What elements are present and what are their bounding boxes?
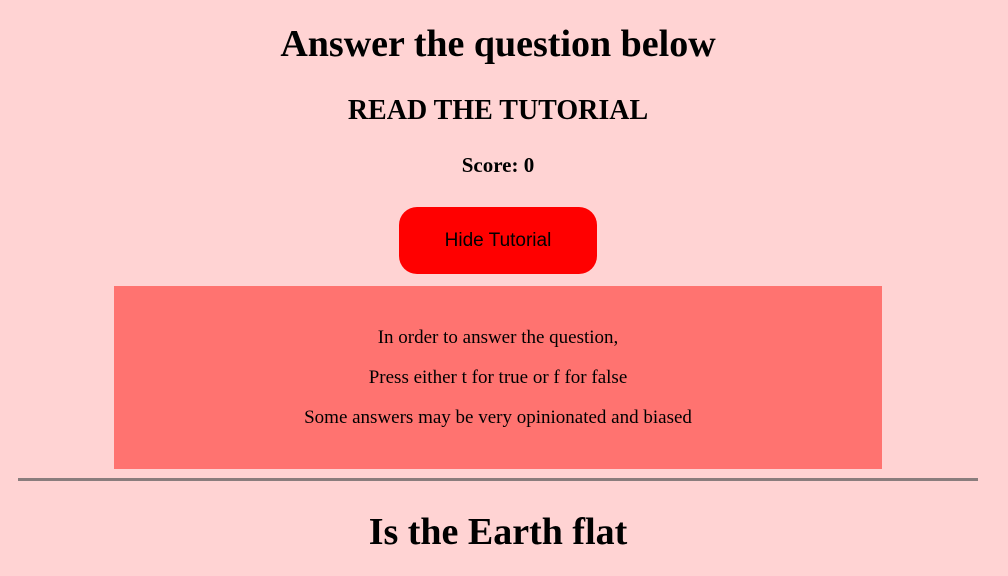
score-value: 0 (523, 153, 535, 177)
score-label: Score: (461, 153, 519, 177)
hide-tutorial-button[interactable]: Hide Tutorial (399, 207, 597, 274)
tutorial-line-2: Press either t for true or f for false (368, 367, 628, 388)
page-title: Answer the question below (280, 23, 716, 65)
tutorial-heading: READ THE TUTORIAL (347, 95, 649, 126)
score-display: Score: 0 (0, 152, 996, 178)
tutorial-line-3: Some answers may be very opinionated and… (304, 407, 692, 428)
question-text: Is the Earth flat (368, 511, 628, 553)
tutorial-panel: In order to answer the question, Press e… (114, 286, 882, 469)
divider (18, 478, 978, 481)
tutorial-line-1: In order to answer the question, (377, 327, 619, 348)
